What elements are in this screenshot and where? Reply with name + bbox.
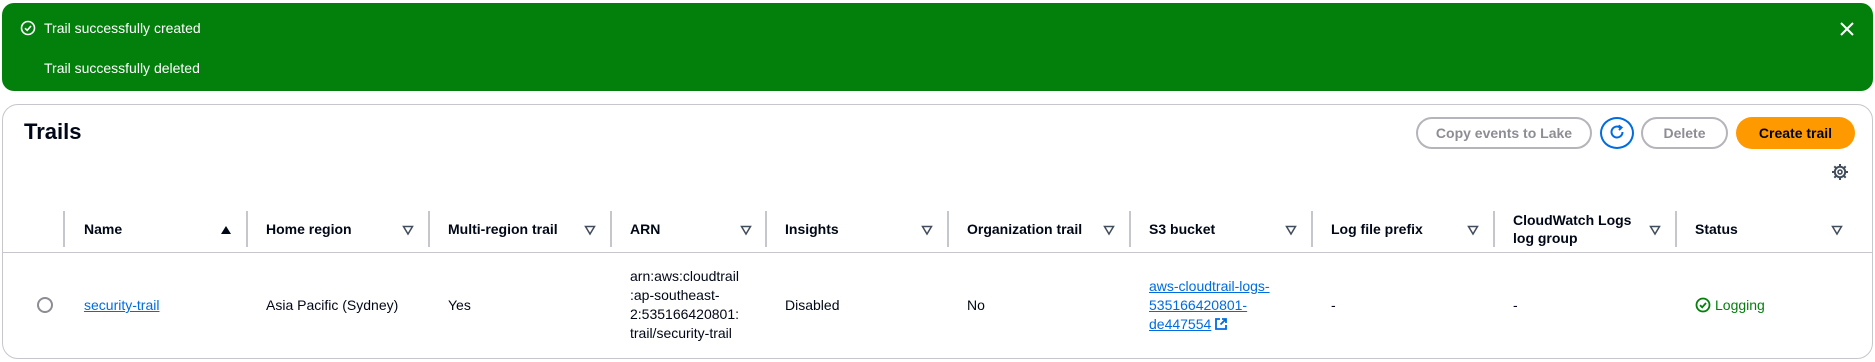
arn-line: arn:aws:cloudtrail (630, 268, 739, 284)
cell-organization-trail: No (967, 297, 985, 313)
refresh-icon (1608, 123, 1626, 144)
sort-caret-icon (584, 223, 596, 236)
column-divider (1675, 211, 1677, 247)
flash-message-created-text: Trail successfully created (44, 20, 201, 36)
status-badge: Logging (1695, 297, 1765, 313)
refresh-button[interactable] (1600, 117, 1634, 149)
column-header-multi-region[interactable]: Multi-region trail (448, 205, 610, 253)
column-header-home-region[interactable]: Home region (266, 205, 428, 253)
sort-caret-icon (921, 223, 933, 236)
column-divider (1311, 211, 1313, 247)
sort-caret-icon (1831, 223, 1843, 236)
table-header: Name Home region Multi-region trail ARN … (3, 205, 1872, 253)
sort-caret-icon (402, 223, 414, 236)
s3-bucket-link[interactable]: aws-cloudtrail-logs- 535166420801- de447… (1149, 277, 1270, 334)
column-header-name[interactable]: Name (84, 205, 246, 253)
column-divider (1493, 211, 1495, 247)
column-divider (1129, 211, 1131, 247)
flash-message-deleted: Trail successfully deleted (44, 60, 200, 76)
create-trail-button[interactable]: Create trail (1736, 117, 1855, 149)
column-header-log-file-prefix[interactable]: Log file prefix (1331, 205, 1493, 253)
page-title: Trails (24, 119, 82, 144)
status-text: Logging (1715, 297, 1765, 313)
column-divider (947, 211, 949, 247)
sort-caret-icon (740, 223, 752, 236)
flash-message-deleted-text: Trail successfully deleted (44, 60, 200, 76)
trails-panel: Trails Copy events to Lake Delete Create… (2, 104, 1873, 359)
column-divider (63, 211, 65, 247)
trail-name-link[interactable]: security-trail (84, 297, 159, 313)
sort-caret-icon (1649, 223, 1661, 236)
row-select-radio[interactable] (37, 297, 53, 313)
cell-s3-bucket: aws-cloudtrail-logs- 535166420801- de447… (1149, 255, 1309, 355)
column-header-status[interactable]: Status (1695, 205, 1857, 253)
column-header-insights[interactable]: Insights (785, 205, 947, 253)
external-link-icon (1214, 317, 1228, 331)
sort-caret-icon (1285, 223, 1297, 236)
column-header-arn[interactable]: ARN (630, 205, 766, 253)
column-header-s3-bucket[interactable]: S3 bucket (1149, 205, 1311, 253)
cell-status: Logging (1695, 255, 1855, 355)
column-header-organization-trail[interactable]: Organization trail (967, 205, 1129, 253)
column-divider (428, 211, 430, 247)
check-circle-icon (20, 20, 36, 36)
delete-button[interactable]: Delete (1641, 117, 1728, 149)
table-row[interactable]: security-trail Asia Pacific (Sydney) Yes… (3, 255, 1872, 355)
sort-caret-icon (1103, 223, 1115, 236)
column-header-cloudwatch-log-group[interactable]: CloudWatch Logs log group (1513, 205, 1675, 253)
sort-caret-icon (1467, 223, 1479, 236)
flash-banner: Trail successfully created Trail success… (2, 3, 1873, 91)
cell-home-region: Asia Pacific (Sydney) (266, 297, 399, 313)
cell-name: security-trail (84, 255, 244, 355)
column-divider (610, 211, 612, 247)
gear-icon[interactable] (1831, 163, 1849, 181)
cell-cloudwatch-log-group: - (1513, 297, 1518, 313)
cell-arn: arn:aws:cloudtrail :ap-southeast- 2:5351… (630, 255, 766, 355)
cell-multi-region: Yes (448, 297, 471, 313)
cell-insights: Disabled (785, 297, 840, 313)
arn-line: :ap-southeast- (630, 287, 720, 303)
arn-line: trail/security-trail (630, 325, 732, 341)
column-divider (765, 211, 767, 247)
sort-ascending-icon (220, 223, 232, 235)
arn-line: 2:535166420801: (630, 306, 739, 322)
copy-events-to-lake-button[interactable]: Copy events to Lake (1416, 117, 1592, 149)
column-divider (246, 211, 248, 247)
check-circle-icon (1695, 297, 1715, 313)
flash-message-created: Trail successfully created (20, 20, 201, 36)
cell-log-file-prefix: - (1331, 297, 1336, 313)
close-icon[interactable] (1837, 19, 1857, 39)
